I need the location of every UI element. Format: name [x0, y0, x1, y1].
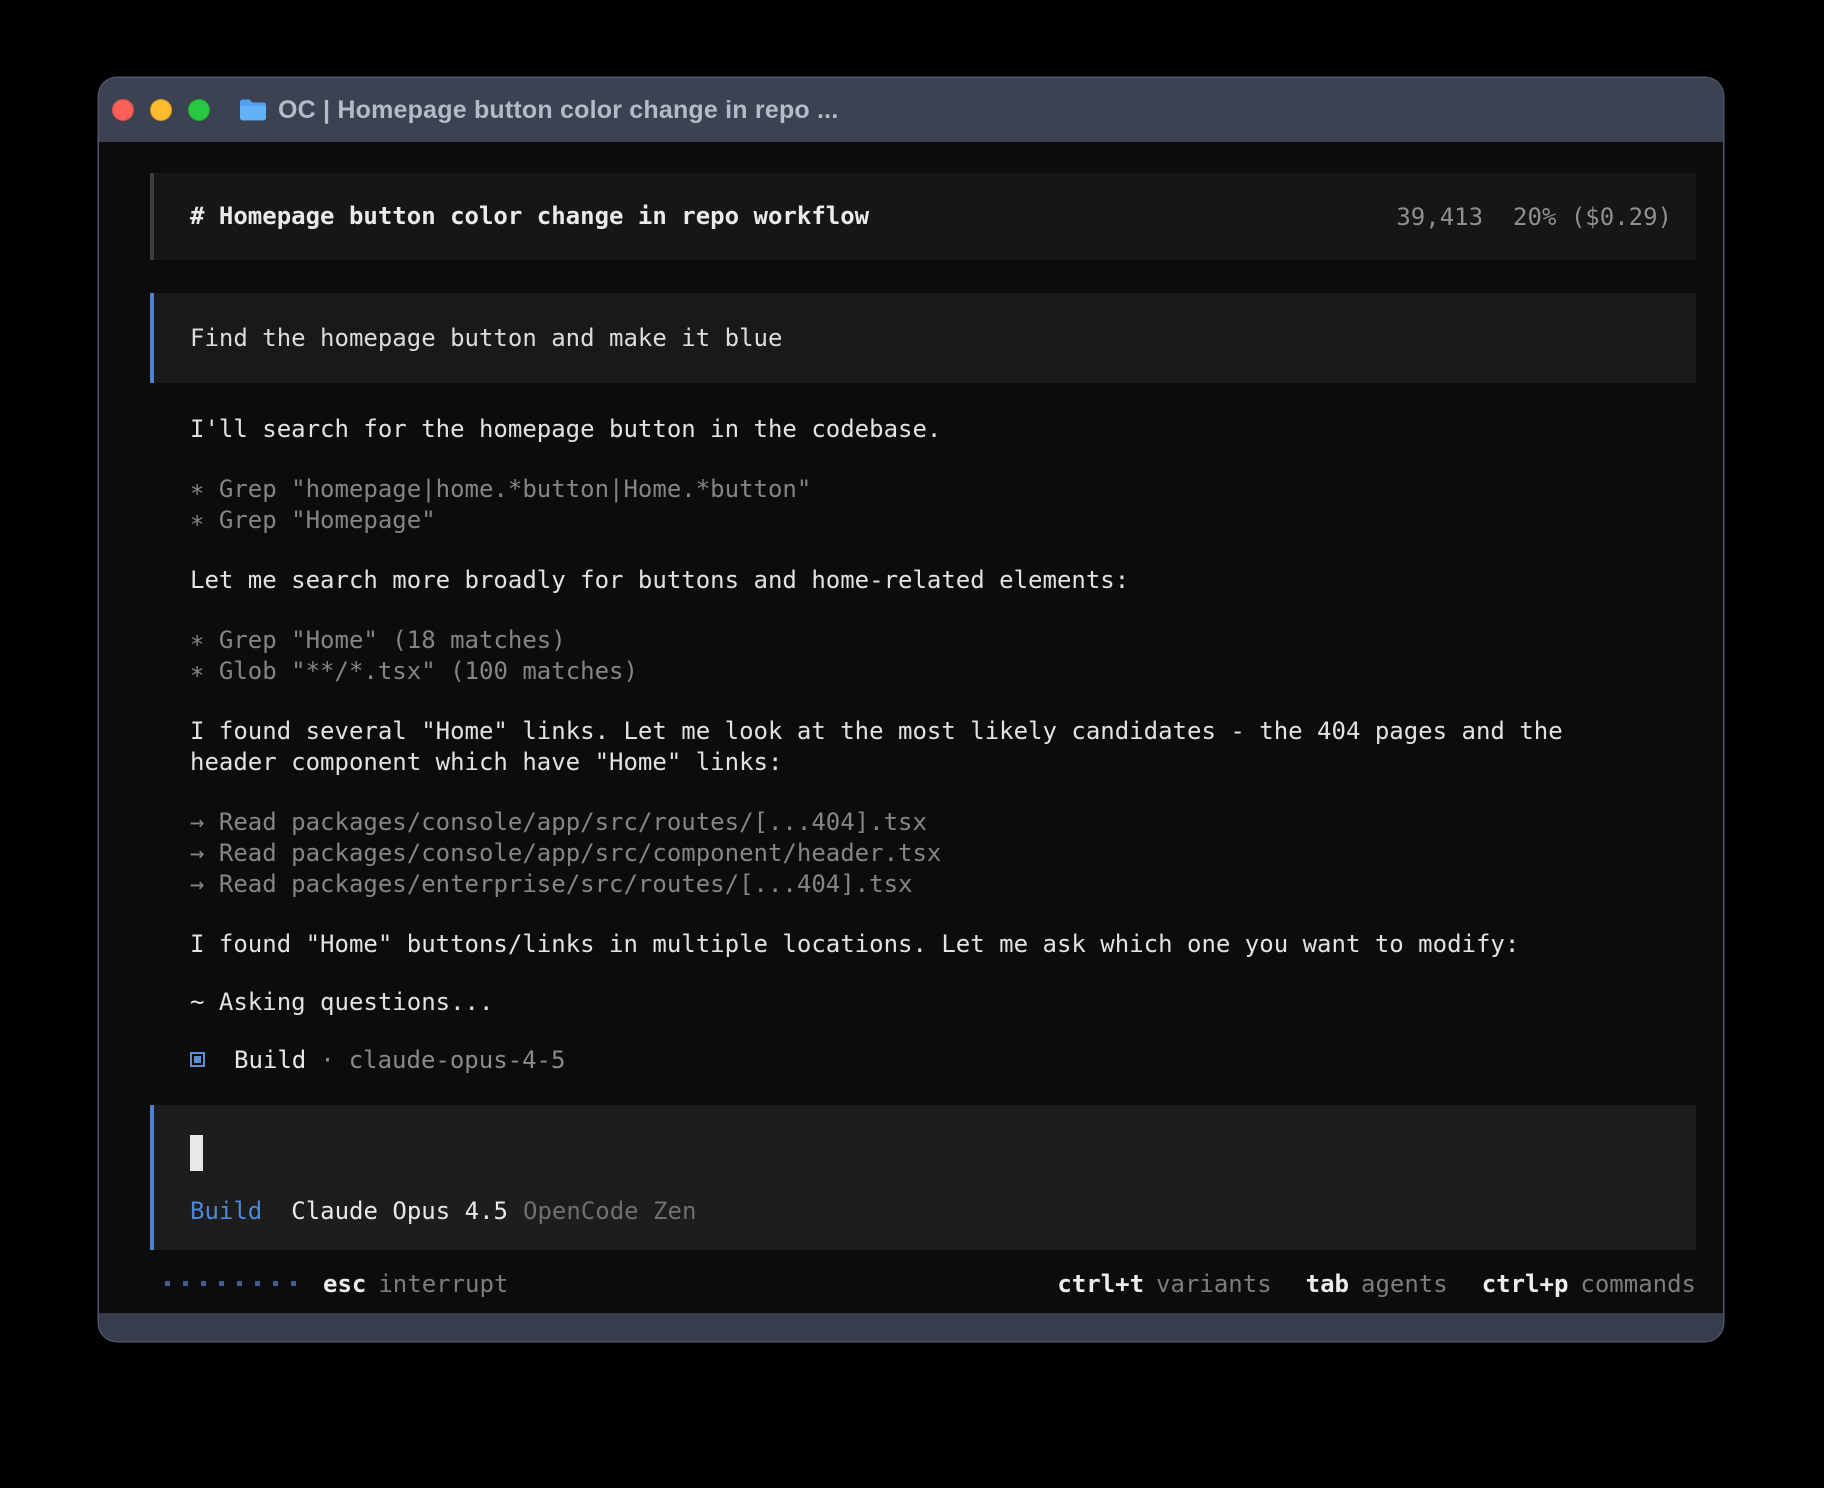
- tool-call-grep-home: ∗ Grep "Home" (18 matches): [190, 625, 1696, 656]
- tool-calls-broad: ∗ Grep "Home" (18 matches) ∗ Glob "**/*.…: [150, 625, 1696, 687]
- agent-name: Build: [234, 1046, 306, 1074]
- close-button[interactable]: [112, 99, 134, 121]
- status-bar: esc interrupt ctrl+t variants tab agents…: [150, 1268, 1696, 1299]
- tool-call-read-2: → Read packages/console/app/src/componen…: [190, 838, 1696, 869]
- arrow-icon: →: [190, 808, 204, 836]
- hint-action: agents: [1361, 1270, 1448, 1298]
- minimize-button[interactable]: [150, 99, 172, 121]
- titlebar: OC | Homepage button color change in rep…: [99, 78, 1723, 142]
- user-message: Find the homepage button and make it blu…: [150, 293, 1696, 383]
- terminal-window: OC | Homepage button color change in rep…: [99, 78, 1723, 1341]
- model-name[interactable]: Claude Opus 4.5: [291, 1196, 508, 1227]
- traffic-lights: [112, 99, 210, 121]
- hint-interrupt: esc interrupt: [323, 1270, 508, 1298]
- window-bottom-chrome: [99, 1313, 1723, 1341]
- text-cursor: [190, 1135, 203, 1171]
- session-header: # Homepage button color change in repo w…: [150, 173, 1696, 260]
- assistant-paragraph-found-line1: I found several "Home" links. Let me loo…: [190, 716, 1696, 747]
- tool-call-text: Read packages/console/app/src/component/…: [219, 839, 941, 867]
- tool-call-grep-1: ∗ Grep "homepage|home.*button|Home.*butt…: [190, 474, 1696, 505]
- bullet-icon: ∗: [190, 626, 204, 654]
- dot-separator: ·: [320, 1046, 334, 1074]
- tool-call-grep-2: ∗ Grep "Homepage": [190, 505, 1696, 536]
- hint-key: esc: [323, 1270, 366, 1298]
- hint-action: commands: [1580, 1270, 1696, 1298]
- mode-badge[interactable]: Build: [190, 1196, 262, 1227]
- asking-questions-status: ~ Asking questions...: [190, 987, 1696, 1018]
- window-title: OC | Homepage button color change in rep…: [278, 96, 838, 125]
- hint-variants: ctrl+t variants: [1057, 1270, 1271, 1298]
- token-count: 39,413: [1396, 203, 1483, 231]
- tool-call-read-3: → Read packages/enterprise/src/routes/[.…: [190, 869, 1696, 900]
- assistant-paragraph-found-line2: header component which have "Home" links…: [190, 747, 1696, 778]
- arrow-icon: →: [190, 870, 204, 898]
- assistant-paragraph-broad: Let me search more broadly for buttons a…: [190, 565, 1696, 596]
- tool-call-glob: ∗ Glob "**/*.tsx" (100 matches): [190, 656, 1696, 687]
- hint-commands: ctrl+p commands: [1482, 1270, 1696, 1298]
- hint-action: interrupt: [378, 1270, 508, 1298]
- bullet-icon: ∗: [190, 506, 204, 534]
- tool-call-text: Read packages/enterprise/src/routes/[...…: [219, 870, 913, 898]
- tool-calls-read: → Read packages/console/app/src/routes/[…: [150, 807, 1696, 900]
- tool-calls-grep: ∗ Grep "homepage|home.*button|Home.*butt…: [150, 474, 1696, 536]
- assistant-paragraph-search: I'll search for the homepage button in t…: [190, 414, 1696, 445]
- prompt-input[interactable]: Build Claude Opus 4.5 OpenCode Zen: [150, 1105, 1696, 1250]
- assistant-paragraph-found: I found several "Home" links. Let me loo…: [150, 716, 1696, 778]
- assistant-paragraph-ask: I found "Home" buttons/links in multiple…: [190, 929, 1696, 960]
- zoom-button[interactable]: [188, 99, 210, 121]
- tool-call-text: Read packages/console/app/src/routes/[..…: [219, 808, 927, 836]
- tool-call-text: Glob "**/*.tsx" (100 matches): [219, 657, 638, 685]
- agent-model: claude-opus-4-5: [349, 1046, 566, 1074]
- hint-key: tab: [1306, 1270, 1349, 1298]
- hint-key: ctrl+p: [1482, 1270, 1569, 1298]
- terminal-content: # Homepage button color change in repo w…: [99, 142, 1723, 1313]
- hint-agents: tab agents: [1306, 1270, 1448, 1298]
- bullet-icon: ∗: [190, 475, 204, 503]
- arrow-icon: →: [190, 839, 204, 867]
- status-dots: [165, 1281, 296, 1286]
- agent-status-row: Build · claude-opus-4-5: [190, 1044, 1696, 1075]
- folder-icon: [238, 98, 268, 122]
- session-title: # Homepage button color change in repo w…: [190, 201, 869, 232]
- tool-call-text: Grep "homepage|home.*button|Home.*button…: [219, 475, 811, 503]
- bullet-icon: ∗: [190, 657, 204, 685]
- tool-call-read-1: → Read packages/console/app/src/routes/[…: [190, 807, 1696, 838]
- hint-key: ctrl+t: [1057, 1270, 1144, 1298]
- input-mode-row: Build Claude Opus 4.5 OpenCode Zen: [190, 1196, 1696, 1227]
- hint-action: variants: [1156, 1270, 1272, 1298]
- user-message-text: Find the homepage button and make it blu…: [190, 323, 782, 354]
- tool-call-text: Grep "Home" (18 matches): [219, 626, 566, 654]
- tool-call-text: Grep "Homepage": [219, 506, 436, 534]
- build-agent-icon: [190, 1052, 205, 1067]
- context-usage: 20% ($0.29): [1513, 203, 1672, 231]
- provider-name: OpenCode Zen: [523, 1196, 696, 1227]
